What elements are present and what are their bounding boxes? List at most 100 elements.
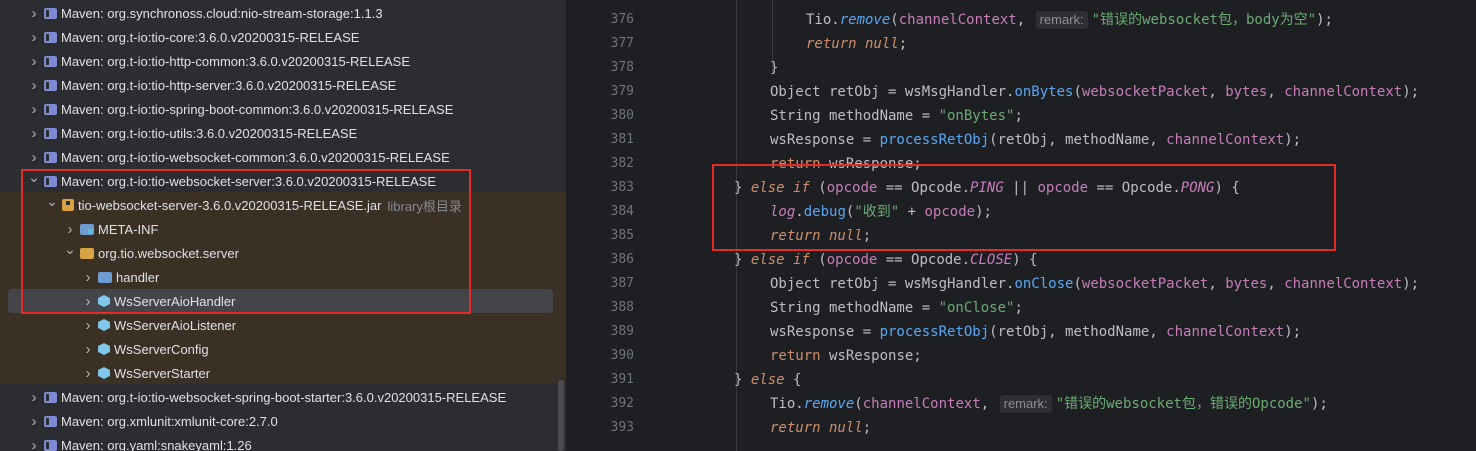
line-number: 392 bbox=[610, 396, 634, 411]
tree-item-label: Maven: org.xmlunit:xmlunit-core:2.7.0 bbox=[61, 413, 278, 429]
code-token: remove bbox=[803, 396, 855, 412]
line-number: 376 bbox=[610, 12, 634, 27]
code-line[interactable]: 391} else { bbox=[566, 368, 1476, 392]
code-text: } else if (opcode == Opcode.CLOSE) { bbox=[734, 248, 1037, 272]
tree-item-library[interactable]: › Maven: org.t-io:tio-spring-boot-common:… bbox=[0, 97, 566, 121]
code-line[interactable]: 377 return null; bbox=[566, 32, 1476, 56]
code-line[interactable]: 382 return wsResponse; bbox=[566, 152, 1476, 176]
library-icon bbox=[44, 127, 57, 139]
code-line[interactable]: 380 String methodName = "onBytes"; bbox=[566, 104, 1476, 128]
tree-item-folder[interactable]: › handler bbox=[0, 265, 566, 289]
chevron-right-icon[interactable]: › bbox=[26, 413, 42, 430]
code-line[interactable]: 390 return wsResponse; bbox=[566, 344, 1476, 368]
line-number: 377 bbox=[610, 36, 634, 51]
code-token: == Opcode. bbox=[877, 180, 971, 196]
code-token: CLOSE bbox=[970, 252, 1013, 268]
chevron-right-icon[interactable]: › bbox=[62, 221, 78, 238]
jar-icon bbox=[62, 199, 74, 211]
tree-item-label: Maven: org.t-io:tio-http-server:3.6.0.v2… bbox=[61, 77, 397, 93]
line-number: 383 bbox=[610, 180, 634, 195]
chevron-right-icon[interactable]: › bbox=[80, 341, 96, 358]
chevron-down-icon[interactable]: ⌄ bbox=[62, 241, 78, 258]
chevron-down-icon[interactable]: ⌄ bbox=[44, 193, 60, 210]
chevron-right-icon[interactable]: › bbox=[80, 317, 96, 334]
code-text: Tio.remove(channelContext, remark: "错误的we… bbox=[806, 8, 1333, 32]
chevron-down-icon[interactable]: ⌄ bbox=[26, 169, 42, 186]
tree-item-jar[interactable]: ⌄ tio-websocket-server-3.6.0.v20200315-RE… bbox=[0, 193, 566, 217]
tree-item-class[interactable]: › WsServerAioListener bbox=[0, 313, 566, 337]
library-icon bbox=[44, 175, 57, 187]
chevron-right-icon[interactable]: › bbox=[26, 437, 42, 451]
code-token: opcode bbox=[826, 180, 878, 196]
code-token: debug bbox=[803, 204, 846, 220]
tree-item-library[interactable]: ⌄ Maven: org.t-io:tio-websocket-server:3.… bbox=[0, 169, 566, 193]
tree-item-library[interactable]: › Maven: org.t-io:tio-http-server:3.6.0.v… bbox=[0, 73, 566, 97]
tree-item-library[interactable]: › Maven: org.t-io:tio-websocket-spring-bo… bbox=[0, 385, 566, 409]
tree-item-class[interactable]: › WsServerConfig bbox=[0, 337, 566, 361]
chevron-right-icon[interactable]: › bbox=[26, 389, 42, 406]
tree-item-library[interactable]: › Maven: org.t-io:tio-http-common:3.6.0.v… bbox=[0, 49, 566, 73]
chevron-right-icon[interactable]: › bbox=[80, 293, 96, 310]
code-line[interactable]: 383} else if (opcode == Opcode.PING || o… bbox=[566, 176, 1476, 200]
code-token: return null bbox=[770, 420, 863, 436]
code-line[interactable]: 379 Object retObj = wsMsgHandler.onBytes(… bbox=[566, 80, 1476, 104]
tree-item-library[interactable]: › Maven: org.t-io:tio-utils:3.6.0.v202003… bbox=[0, 121, 566, 145]
code-token: opcode bbox=[1037, 180, 1089, 196]
chevron-right-icon[interactable]: › bbox=[26, 125, 42, 142]
chevron-right-icon[interactable]: › bbox=[26, 101, 42, 118]
tree-scrollbar[interactable] bbox=[558, 380, 564, 451]
code-token: PONG bbox=[1180, 180, 1215, 196]
tree-item-library[interactable]: › Maven: org.synchronoss.cloud:nio-stream… bbox=[0, 1, 566, 25]
code-token: "错误的websocket包，错误的Opcode" bbox=[1055, 396, 1311, 412]
code-line[interactable]: 384 log.debug("收到" + opcode); bbox=[566, 200, 1476, 224]
chevron-right-icon[interactable]: › bbox=[80, 365, 96, 382]
line-number: 390 bbox=[610, 348, 634, 363]
library-icon bbox=[44, 439, 57, 451]
tree-item-label: org.tio.websocket.server bbox=[98, 245, 239, 261]
tree-item-label: Maven: org.t-io:tio-websocket-spring-boo… bbox=[61, 389, 507, 405]
code-token: (retObj, methodName, bbox=[989, 132, 1167, 148]
code-line[interactable]: 392 Tio.remove(channelContext, remark: "错误… bbox=[566, 392, 1476, 416]
tree-item-library[interactable]: › Maven: org.t-io:tio-core:3.6.0.v2020031… bbox=[0, 25, 566, 49]
tree-item-class[interactable]: › WsServerAioHandler bbox=[0, 289, 566, 313]
chevron-right-icon[interactable]: › bbox=[26, 53, 42, 70]
code-token: . bbox=[795, 204, 804, 220]
tree-item-package[interactable]: ⌄ org.tio.websocket.server bbox=[0, 241, 566, 265]
tree-item-library[interactable]: › Maven: org.t-io:tio-websocket-common:3.… bbox=[0, 145, 566, 169]
line-number: 384 bbox=[610, 204, 634, 219]
tree-item-library[interactable]: › Maven: org.yaml:snakeyaml:1.26 bbox=[0, 433, 566, 451]
chevron-right-icon[interactable]: › bbox=[26, 29, 42, 46]
tree-item-library[interactable]: › Maven: org.xmlunit:xmlunit-core:2.7.0 bbox=[0, 409, 566, 433]
code-line[interactable]: 389 wsResponse = processRetObj(retObj, me… bbox=[566, 320, 1476, 344]
code-line[interactable]: 387 Object retObj = wsMsgHandler.onClose(… bbox=[566, 272, 1476, 296]
chevron-right-icon[interactable]: › bbox=[80, 269, 96, 286]
code-line[interactable]: 393 return null; bbox=[566, 416, 1476, 440]
code-text: Object retObj = wsMsgHandler.onBytes(web… bbox=[770, 80, 1419, 104]
code-line[interactable]: 378} bbox=[566, 56, 1476, 80]
code-line[interactable]: 388 String methodName = "onClose"; bbox=[566, 296, 1476, 320]
line-number: 382 bbox=[610, 156, 634, 171]
code-line[interactable]: 386} else if (opcode == Opcode.CLOSE) { bbox=[566, 248, 1476, 272]
chevron-right-icon[interactable]: › bbox=[26, 149, 42, 166]
code-token: remove bbox=[839, 12, 891, 28]
tree-item-folder-meta[interactable]: › META-INF bbox=[0, 217, 566, 241]
code-token: , bbox=[980, 396, 998, 412]
tree-item-label: Maven: org.t-io:tio-http-common:3.6.0.v2… bbox=[61, 53, 411, 69]
code-token: log bbox=[770, 204, 796, 220]
code-line[interactable]: 376 Tio.remove(channelContext, remark: "错误… bbox=[566, 8, 1476, 32]
code-line[interactable]: 381 wsResponse = processRetObj(retObj, me… bbox=[566, 128, 1476, 152]
code-line[interactable]: 385 return null; bbox=[566, 224, 1476, 248]
code-editor[interactable]: 376 Tio.remove(channelContext, remark: "错误… bbox=[566, 0, 1476, 451]
chevron-right-icon[interactable]: › bbox=[26, 5, 42, 22]
code-token: processRetObj bbox=[879, 324, 990, 340]
code-text: return null; bbox=[770, 416, 871, 440]
tree-item-class[interactable]: › WsServerStarter bbox=[0, 361, 566, 385]
tree-item-label: handler bbox=[116, 269, 160, 285]
code-token: channelContext bbox=[898, 12, 1017, 28]
folder-icon bbox=[98, 271, 112, 283]
code-token: else if bbox=[750, 252, 810, 268]
code-token: Object retObj = wsMsgHandler. bbox=[770, 84, 1015, 100]
code-token: ; bbox=[1014, 108, 1023, 124]
code-token: bytes bbox=[1225, 276, 1268, 292]
chevron-right-icon[interactable]: › bbox=[26, 77, 42, 94]
